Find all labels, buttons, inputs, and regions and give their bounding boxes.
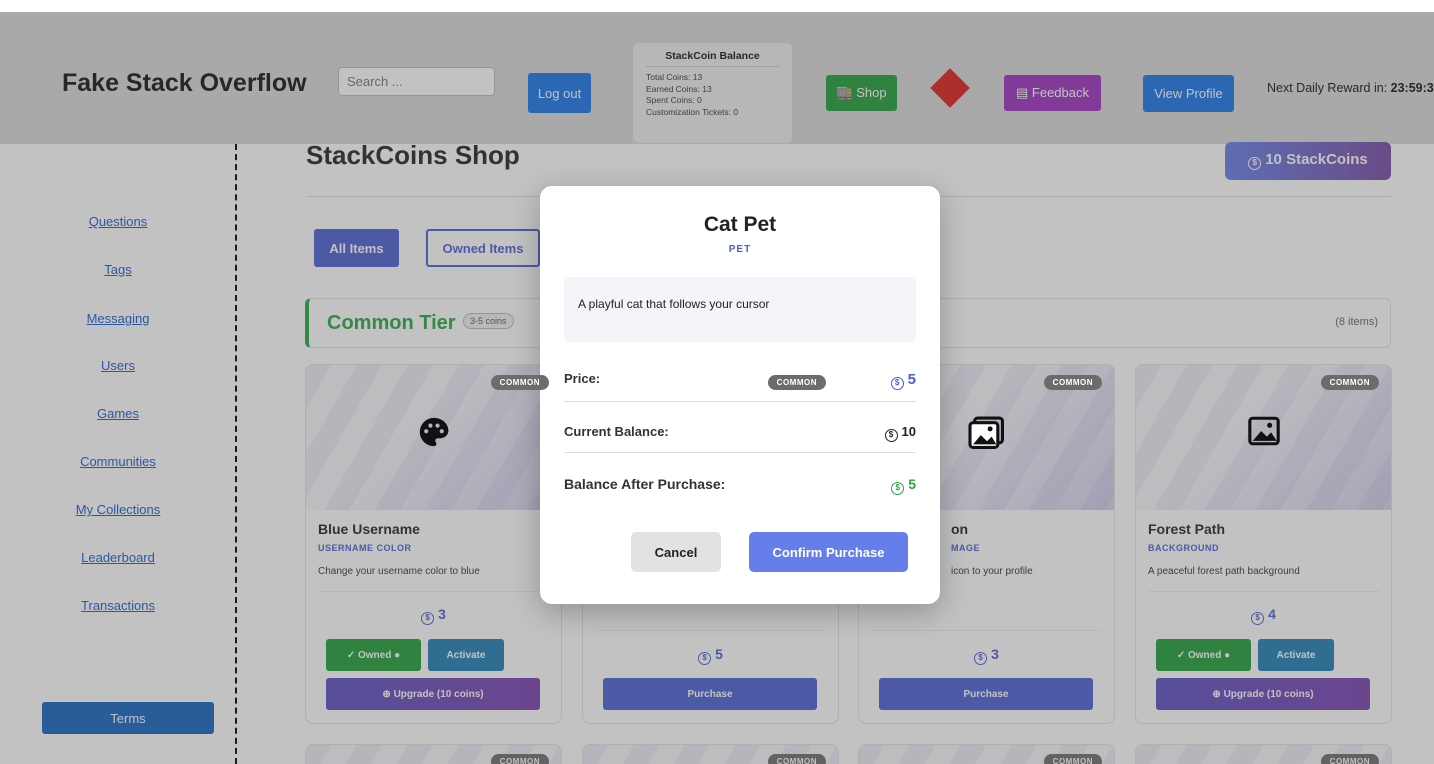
rarity-badge: COMMON <box>1043 375 1102 390</box>
purchase-modal: Cat Pet PET A playful cat that follows y… <box>540 186 940 604</box>
after-purchase-label: Balance After Purchase: <box>564 476 726 492</box>
after-purchase-number: 5 <box>908 476 916 492</box>
rarity-badge: COMMON <box>490 375 549 390</box>
price-row: Price: $5 <box>564 371 916 391</box>
cancel-button[interactable]: Cancel <box>631 532 721 572</box>
modal-title: Cat Pet <box>703 213 777 236</box>
palette-icon <box>306 415 561 454</box>
modal-description: A playful cat that follows your cursor <box>564 277 916 342</box>
image-icon <box>1136 415 1391 452</box>
price-label: Price: <box>564 371 601 386</box>
modal-divider <box>564 401 916 402</box>
after-purchase-value: $5 <box>891 476 916 495</box>
rarity-badge: COMMON <box>1320 375 1379 390</box>
rarity-badge: COMMON <box>767 375 826 390</box>
price-value: $5 <box>890 371 916 390</box>
coin-icon: $ <box>890 377 904 390</box>
modal-item-type: PET <box>728 244 752 255</box>
image-icon <box>859 415 1114 454</box>
confirm-purchase-button[interactable]: Confirm Purchase <box>749 532 908 572</box>
current-balance-label: Current Balance: <box>564 424 669 439</box>
after-purchase-row: Balance After Purchase: $5 <box>564 476 916 496</box>
price-number: 5 <box>907 371 916 388</box>
coin-icon: $ <box>891 482 905 495</box>
